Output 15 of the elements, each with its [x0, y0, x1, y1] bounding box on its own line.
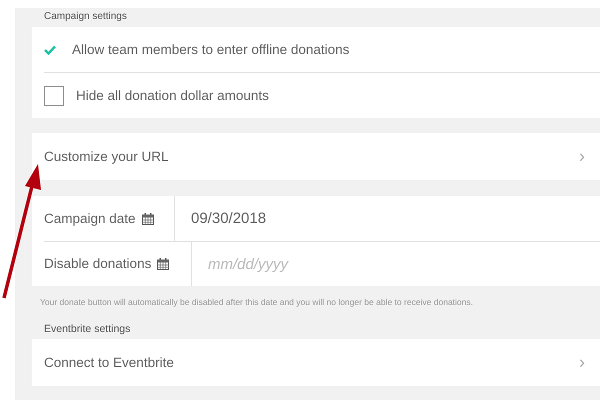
checkmark-icon[interactable] — [44, 44, 56, 54]
date-field[interactable]: mm/dd/yyyy — [192, 241, 600, 286]
calendar-icon[interactable] — [142, 212, 154, 224]
help-text: Your donate button will automatically be disabled after this date and you will no longer be able to receive donations. — [39, 296, 474, 309]
connect-eventbrite-link[interactable]: Connect to Eventbrite › — [32, 339, 600, 386]
calendar-icon[interactable] — [157, 258, 170, 270]
option-label: Allow team members to enter offline donations — [72, 42, 350, 57]
section-heading: Eventbrite settings — [43, 322, 132, 337]
customize-url-link[interactable]: Customize your URL › — [32, 133, 600, 180]
checkbox[interactable] — [44, 86, 64, 106]
option-label: Hide all donation dollar amounts — [76, 88, 269, 103]
section-heading: Campaign settings — [43, 10, 128, 24]
date-field[interactable]: 09/30/2018 — [175, 196, 600, 241]
date-label: Disable donations — [44, 256, 152, 271]
date-label: Campaign date — [44, 211, 136, 226]
